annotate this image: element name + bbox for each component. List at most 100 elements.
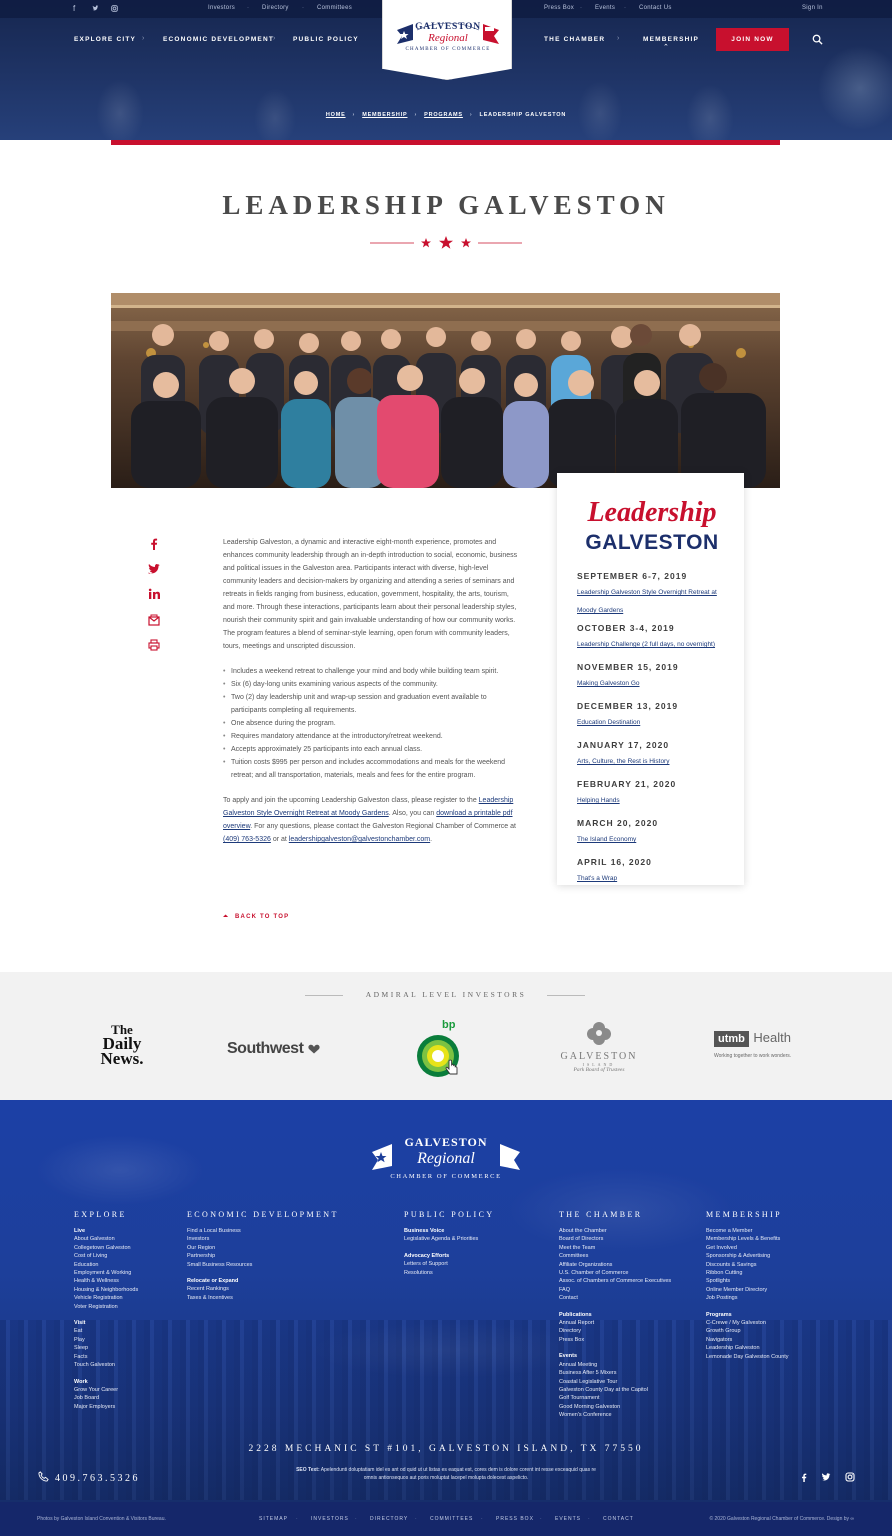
footer-link[interactable]: Board of Directors bbox=[559, 1235, 671, 1243]
nav-explore-city[interactable]: EXPLORE CITY bbox=[74, 36, 136, 43]
search-icon[interactable] bbox=[812, 34, 823, 45]
footer-link[interactable]: Annual Report bbox=[559, 1319, 671, 1327]
twitter-share-icon[interactable] bbox=[147, 562, 161, 576]
footer-link[interactable]: Meet the Team bbox=[559, 1244, 671, 1252]
footer-link[interactable]: Small Business Resources bbox=[187, 1261, 339, 1269]
footer-bottom-link-investors[interactable]: INVESTORS bbox=[311, 1516, 349, 1522]
nav-public-policy[interactable]: PUBLIC POLICY bbox=[293, 36, 359, 43]
footer-link[interactable]: Women's Conference bbox=[559, 1411, 671, 1419]
footer-link[interactable]: Business After 5 Mixers bbox=[559, 1369, 671, 1377]
footer-link[interactable]: Ribbon Cutting bbox=[706, 1269, 789, 1277]
print-icon[interactable] bbox=[147, 638, 161, 652]
footer-link[interactable]: Grow Your Career bbox=[74, 1386, 138, 1394]
footer-bottom-link-committees[interactable]: COMMITTEES bbox=[430, 1516, 473, 1522]
footer-bottom-link-directory[interactable]: DIRECTORY bbox=[370, 1516, 408, 1522]
footer-link[interactable]: Directory bbox=[559, 1327, 671, 1335]
utility-link-events[interactable]: Events bbox=[595, 5, 615, 11]
footer-facebook-icon[interactable] bbox=[799, 1472, 809, 1482]
footer-link[interactable]: Our Region bbox=[187, 1244, 339, 1252]
sponsor-southwest-logo[interactable]: Southwest bbox=[227, 1040, 320, 1058]
footer-link[interactable]: Investors bbox=[187, 1235, 339, 1243]
footer-link[interactable]: Eat bbox=[74, 1327, 138, 1335]
footer-subheading[interactable]: Visit bbox=[74, 1319, 138, 1327]
footer-subheading[interactable]: Programs bbox=[706, 1311, 789, 1319]
event-link[interactable]: Leadership Galveston Style Overnight Ret… bbox=[577, 589, 717, 614]
footer-twitter-icon[interactable] bbox=[821, 1472, 831, 1482]
footer-link[interactable]: C-Crewe / My Galveston bbox=[706, 1319, 789, 1327]
event-link[interactable]: Making Galveston Go bbox=[577, 680, 640, 687]
footer-link[interactable]: Get Involved bbox=[706, 1244, 789, 1252]
footer-link[interactable]: U.S. Chamber of Commerce bbox=[559, 1269, 671, 1277]
breadcrumb-home[interactable]: HOME bbox=[326, 112, 346, 118]
phone-link[interactable]: (409) 763-5326 bbox=[223, 836, 271, 843]
sponsor-utmb-health-logo[interactable]: utmb Health Working together to work won… bbox=[714, 1029, 809, 1059]
breadcrumb-programs[interactable]: PROGRAMS bbox=[424, 112, 463, 118]
linkedin-share-icon[interactable] bbox=[147, 587, 161, 601]
email-link[interactable]: leadershipgalveston@galvestonchamber.com bbox=[289, 836, 430, 843]
footer-link[interactable]: Growth Group bbox=[706, 1327, 789, 1335]
footer-link[interactable]: Sleep bbox=[74, 1344, 138, 1352]
email-share-icon[interactable] bbox=[147, 613, 161, 627]
footer-subheading[interactable]: Relocate or Expand bbox=[187, 1277, 339, 1285]
footer-link[interactable]: Press Box bbox=[559, 1336, 671, 1344]
footer-link[interactable]: Job Board bbox=[74, 1394, 138, 1402]
breadcrumb-membership[interactable]: MEMBERSHIP bbox=[362, 112, 407, 118]
footer-bottom-link-contact[interactable]: CONTACT bbox=[603, 1516, 634, 1522]
facebook-icon[interactable]: f bbox=[73, 4, 75, 13]
footer-link[interactable]: Membership Levels & Benefits bbox=[706, 1235, 789, 1243]
footer-link[interactable]: Taxes & Incentives bbox=[187, 1294, 339, 1302]
footer-link[interactable]: Affiliate Organizations bbox=[559, 1261, 671, 1269]
event-link[interactable]: Education Destination bbox=[577, 719, 640, 726]
footer-instagram-icon[interactable] bbox=[845, 1472, 855, 1482]
footer-link[interactable]: Employment & Working bbox=[74, 1269, 138, 1277]
event-link[interactable]: Arts, Culture, the Rest is History bbox=[577, 758, 669, 765]
footer-link[interactable]: Annual Meeting bbox=[559, 1361, 671, 1369]
footer-link[interactable]: Assoc. of Chambers of Commerce Executive… bbox=[559, 1277, 671, 1285]
footer-link[interactable]: Coastal Legislative Tour bbox=[559, 1378, 671, 1386]
footer-bottom-link-sitemap[interactable]: SITEMAP bbox=[259, 1516, 288, 1522]
footer-link[interactable]: Voter Registration bbox=[74, 1303, 138, 1311]
footer-link[interactable]: Contact bbox=[559, 1294, 671, 1302]
utility-link-press-box[interactable]: Press Box bbox=[544, 5, 574, 11]
footer-link[interactable]: Facts bbox=[74, 1353, 138, 1361]
footer-link[interactable]: About Galveston bbox=[74, 1235, 138, 1243]
footer-link[interactable]: Education bbox=[74, 1261, 138, 1269]
footer-link[interactable]: Housing & Neighborhoods bbox=[74, 1286, 138, 1294]
footer-link[interactable]: Sponsorship & Advertising bbox=[706, 1252, 789, 1260]
twitter-icon[interactable] bbox=[92, 5, 99, 12]
footer-link[interactable]: Find a Local Business bbox=[187, 1227, 339, 1235]
sign-in-link[interactable]: Sign In bbox=[802, 5, 823, 11]
footer-link[interactable]: Navigators bbox=[706, 1336, 789, 1344]
footer-link[interactable]: Vehicle Registration bbox=[74, 1294, 138, 1302]
footer-link[interactable]: Play bbox=[74, 1336, 138, 1344]
footer-link[interactable]: Golf Tournament bbox=[559, 1394, 671, 1402]
footer-link[interactable]: Letters of Support bbox=[404, 1260, 495, 1268]
footer-chamber-logo[interactable]: GALVESTON Regional CHAMBER OF COMMERCE bbox=[370, 1130, 522, 1184]
footer-link[interactable]: Spotlights bbox=[706, 1277, 789, 1285]
footer-subheading[interactable]: Business Voice bbox=[404, 1227, 495, 1235]
footer-bottom-link-press-box[interactable]: PRESS BOX bbox=[496, 1516, 534, 1522]
event-link[interactable]: Helping Hands bbox=[577, 797, 620, 804]
footer-link[interactable]: Become a Member bbox=[706, 1227, 789, 1235]
footer-link[interactable]: Committees bbox=[559, 1252, 671, 1260]
footer-bottom-link-events[interactable]: EVENTS bbox=[555, 1516, 581, 1522]
nav-economic-development[interactable]: ECONOMIC DEVELOPMENT bbox=[163, 36, 274, 43]
nav-membership[interactable]: MEMBERSHIP bbox=[643, 36, 699, 43]
instagram-icon[interactable] bbox=[111, 5, 118, 12]
footer-subheading[interactable]: Work bbox=[74, 1378, 138, 1386]
event-link[interactable]: That's a Wrap bbox=[577, 875, 617, 882]
footer-link[interactable]: Touch Galveston bbox=[74, 1361, 138, 1369]
footer-link[interactable]: Online Member Directory bbox=[706, 1286, 789, 1294]
utility-link-contact[interactable]: Contact Us bbox=[639, 5, 672, 11]
footer-link[interactable]: Health & Wellness bbox=[74, 1277, 138, 1285]
footer-link[interactable]: Partnership bbox=[187, 1252, 339, 1260]
facebook-share-icon[interactable] bbox=[147, 537, 161, 551]
footer-link[interactable]: FAQ bbox=[559, 1286, 671, 1294]
sponsor-daily-news-logo[interactable]: The Daily News. bbox=[92, 1023, 152, 1067]
footer-link[interactable]: Collegetown Galveston bbox=[74, 1244, 138, 1252]
back-to-top-button[interactable]: ⏶ BACK TO TOP bbox=[223, 914, 289, 921]
utility-link-directory[interactable]: Directory bbox=[262, 5, 289, 11]
footer-link[interactable]: Good Morning Galveston bbox=[559, 1403, 671, 1411]
footer-phone[interactable]: 409.763.5326 bbox=[38, 1471, 140, 1484]
sponsor-bp-logo[interactable]: bp bbox=[415, 1019, 465, 1079]
